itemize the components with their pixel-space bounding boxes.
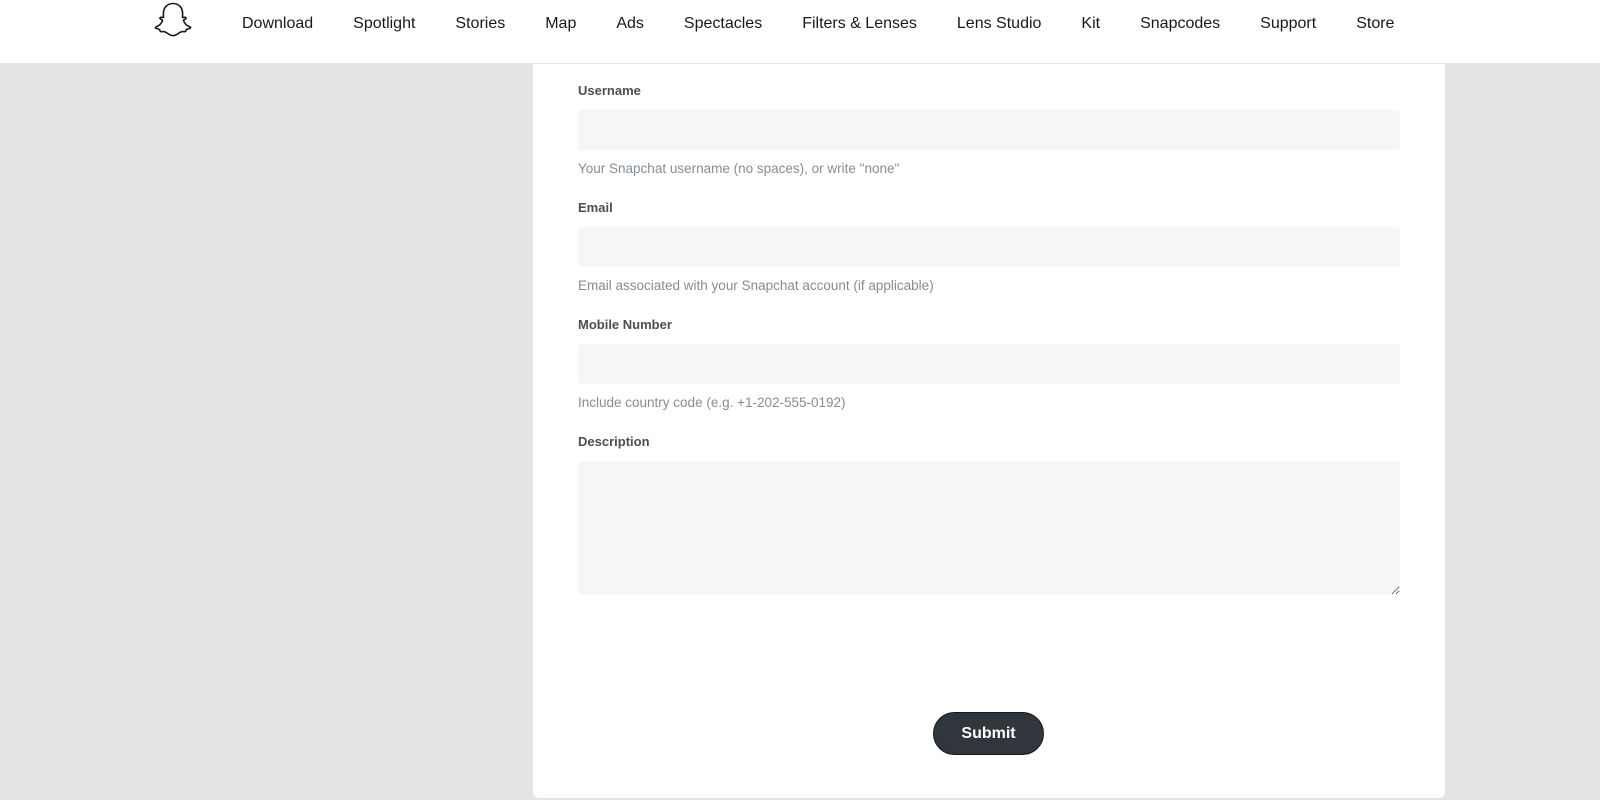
- email-label: Email: [578, 200, 613, 215]
- snapchat-ghost-icon[interactable]: [153, 1, 193, 39]
- username-label: Username: [578, 83, 641, 98]
- submit-button[interactable]: Submit: [933, 712, 1044, 755]
- email-hint: Email associated with your Snapchat acco…: [578, 278, 934, 293]
- username-hint: Your Snapchat username (no spaces), or w…: [578, 161, 900, 176]
- nav-item-support[interactable]: Support: [1240, 0, 1336, 48]
- description-field-group: Description: [578, 433, 1400, 595]
- mobile-number-label: Mobile Number: [578, 317, 672, 332]
- username-input[interactable]: [578, 110, 1400, 150]
- nav-item-spotlight[interactable]: Spotlight: [333, 0, 435, 48]
- nav-item-ads[interactable]: Ads: [596, 0, 664, 48]
- nav-item-map[interactable]: Map: [525, 0, 596, 48]
- email-input[interactable]: [578, 227, 1400, 267]
- nav-item-store[interactable]: Store: [1336, 0, 1414, 48]
- nav-item-spectacles[interactable]: Spectacles: [664, 0, 782, 48]
- mobile-field-group: Mobile Number Include country code (e.g.…: [578, 316, 1400, 412]
- nav-item-lens-studio[interactable]: Lens Studio: [937, 0, 1062, 48]
- nav-item-kit[interactable]: Kit: [1061, 0, 1120, 48]
- mobile-number-input[interactable]: [578, 344, 1400, 384]
- mobile-number-hint: Include country code (e.g. +1-202-555-01…: [578, 395, 846, 410]
- description-textarea[interactable]: [578, 461, 1400, 595]
- nav-item-snapcodes[interactable]: Snapcodes: [1120, 0, 1240, 48]
- username-field-group: Username Your Snapchat username (no spac…: [578, 82, 1400, 178]
- top-navigation: Download Spotlight Stories Map Ads Spect…: [0, 0, 1600, 64]
- email-field-group: Email Email associated with your Snapcha…: [578, 199, 1400, 295]
- support-form-card: Username Your Snapchat username (no spac…: [533, 64, 1445, 798]
- nav-item-stories[interactable]: Stories: [435, 0, 525, 48]
- nav-item-filters-lenses[interactable]: Filters & Lenses: [782, 0, 937, 48]
- description-label: Description: [578, 434, 650, 449]
- main-nav: Download Spotlight Stories Map Ads Spect…: [222, 0, 1414, 48]
- nav-item-download[interactable]: Download: [222, 0, 333, 48]
